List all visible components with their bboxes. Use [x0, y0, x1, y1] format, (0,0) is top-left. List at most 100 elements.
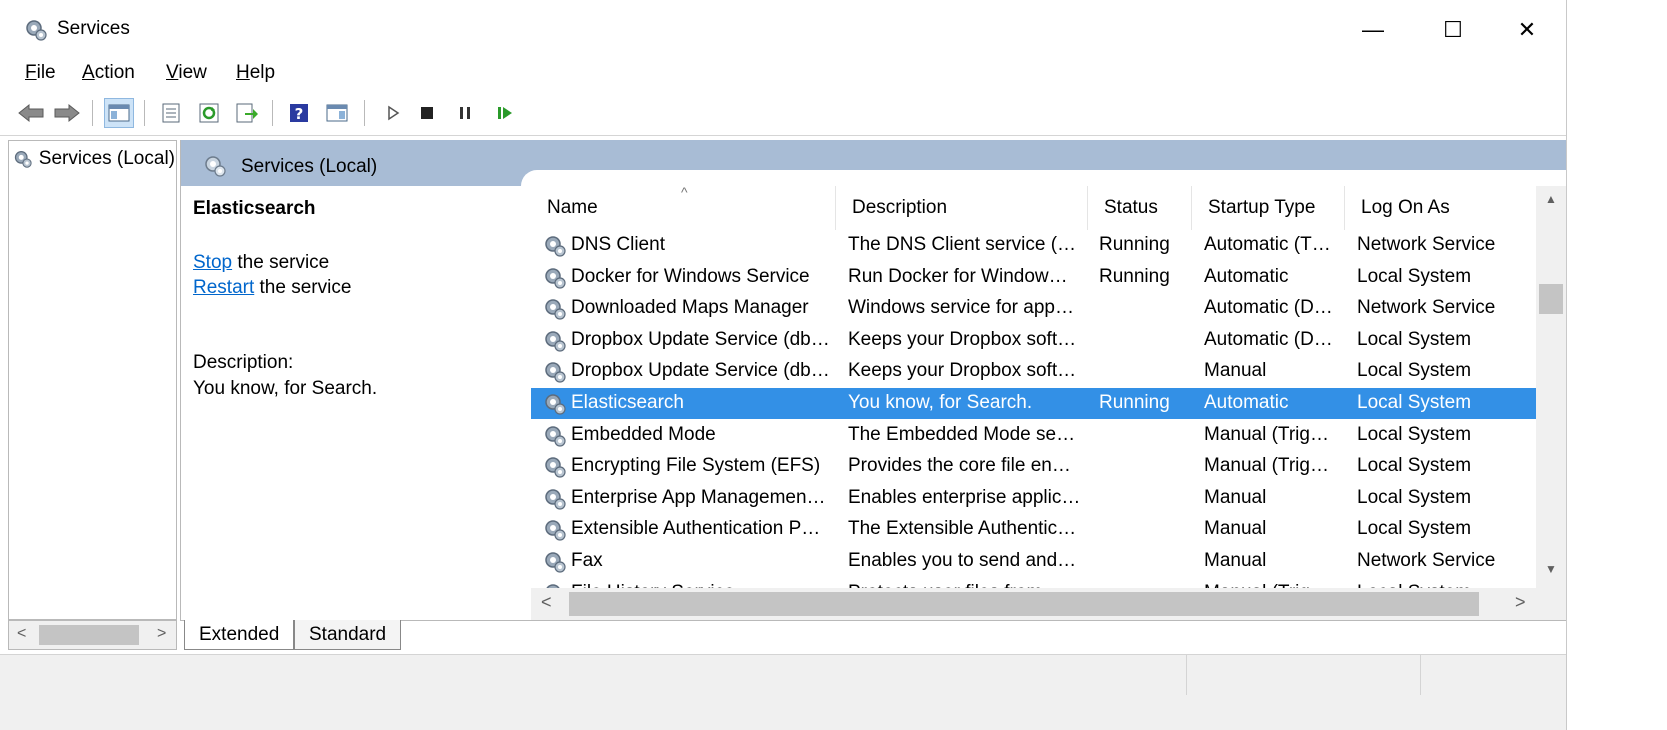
table-row[interactable]: DNS Client The DNS Client service (… Runni… — [531, 230, 1536, 261]
cell-description: Windows service for app… — [848, 297, 1074, 319]
export-list-icon — [236, 103, 258, 123]
tree-scroll-thumb[interactable] — [39, 625, 139, 645]
cell-logon: Local System — [1357, 328, 1472, 350]
cell-description: The Extensible Authentic… — [848, 518, 1077, 540]
title-bar[interactable]: Services — ☐ ✕ — [0, 0, 1566, 58]
cell-logon: Local System — [1357, 518, 1472, 540]
column-header-startup-type[interactable]: Startup Type — [1192, 186, 1345, 230]
scroll-right-icon[interactable]: > — [157, 625, 166, 643]
table-row[interactable]: Elasticsearch You know, for Search. Runnin… — [531, 388, 1536, 419]
list-horizontal-scrollbar[interactable]: < > — [531, 588, 1566, 620]
table-row[interactable]: Embedded Mode The Embedded Mode se… Manual… — [531, 420, 1536, 451]
column-header-description[interactable]: Description — [836, 186, 1088, 230]
menu-help[interactable]: Help — [236, 62, 275, 84]
sort-ascending-icon: ^ — [681, 186, 688, 200]
description-label: Description: — [193, 352, 294, 373]
cell-name: Embedded Mode — [571, 423, 716, 445]
extended-detail-panel: Elasticsearch Stop the service Restart t… — [181, 186, 531, 620]
cell-name: Docker for Windows Service — [571, 265, 810, 287]
toolbar-separator — [272, 100, 273, 126]
cell-name: Dropbox Update Service (db… — [571, 328, 830, 350]
cell-name: Enterprise App Managemen… — [571, 486, 826, 508]
cell-description: Enables you to send and… — [848, 550, 1077, 571]
table-row[interactable]: Encrypting File System (EFS) Provides the… — [531, 451, 1536, 482]
pane-header: Services (Local) — [181, 140, 1566, 186]
maximize-icon: ☐ — [1443, 17, 1463, 42]
table-row[interactable]: Downloaded Maps Manager Windows service f… — [531, 293, 1536, 324]
toolbar-separator — [144, 100, 145, 126]
stop-service-link[interactable]: Stop — [193, 252, 232, 273]
menu-view[interactable]: View — [166, 62, 207, 84]
help-button[interactable]: ? — [284, 98, 314, 128]
cell-startup: Manual — [1204, 360, 1267, 382]
tree-horizontal-scrollbar[interactable]: < > — [8, 620, 177, 650]
cell-name: Fax — [571, 550, 603, 571]
status-divider — [1420, 655, 1421, 695]
maximize-button[interactable]: ☐ — [1418, 8, 1488, 52]
list-vertical-scroll-thumb[interactable] — [1539, 284, 1563, 314]
back-button[interactable] — [16, 98, 46, 128]
restart-service-link[interactable]: Restart — [193, 277, 254, 298]
start-service-button[interactable] — [378, 98, 408, 128]
refresh-button[interactable] — [194, 98, 224, 128]
cell-description: Provides the core file en… — [848, 455, 1071, 477]
forward-button[interactable] — [52, 98, 82, 128]
tab-standard[interactable]: Standard — [294, 620, 402, 650]
table-row[interactable]: Extensible Authentication P… The Extensib… — [531, 514, 1536, 545]
scroll-up-icon[interactable]: ▲ — [1545, 192, 1557, 206]
status-divider — [1186, 655, 1187, 695]
column-header-log-on-as[interactable]: Log On As — [1345, 186, 1536, 230]
show-hide-action-pane-button[interactable] — [322, 98, 352, 128]
properties-button[interactable] — [156, 98, 186, 128]
refresh-icon — [199, 103, 219, 123]
services-gear-icon — [205, 156, 226, 177]
stop-service-button[interactable] — [412, 98, 442, 128]
cell-description: Run Docker for Window… — [848, 265, 1068, 287]
scroll-left-icon[interactable]: < — [541, 592, 552, 613]
scroll-down-icon[interactable]: ▼ — [1545, 562, 1557, 576]
pane-header-notch — [521, 170, 1566, 186]
scroll-right-icon[interactable]: > — [1515, 592, 1526, 613]
column-header-status[interactable]: Status — [1088, 186, 1192, 230]
status-bar — [0, 654, 1566, 730]
desktop-background — [1567, 0, 1667, 730]
cell-name: Extensible Authentication P… — [571, 518, 821, 540]
cell-startup: Automatic (D… — [1204, 328, 1333, 350]
show-hide-console-tree-button[interactable] — [104, 98, 134, 128]
minimize-button[interactable]: — — [1338, 8, 1408, 52]
pause-service-button[interactable] — [450, 98, 480, 128]
cell-startup: Manual (Trig… — [1204, 423, 1329, 445]
service-gear-icon — [545, 394, 566, 415]
column-header-name[interactable]: Name ^ — [531, 186, 836, 230]
pause-service-icon — [460, 107, 470, 119]
table-row[interactable]: Dropbox Update Service (db… Keeps your Dr… — [531, 325, 1536, 356]
cell-description: The DNS Client service (… — [848, 234, 1077, 255]
list-horizontal-scroll-thumb[interactable] — [569, 592, 1479, 616]
list-vertical-scrollbar[interactable]: ▲ ▼ — [1536, 186, 1566, 588]
console-tree: Services (Local) — [8, 140, 177, 620]
cell-name: Downloaded Maps Manager — [571, 297, 809, 319]
show-hide-action-pane-icon — [326, 104, 348, 122]
scroll-left-icon[interactable]: < — [17, 625, 26, 643]
table-row[interactable]: Fax Enables you to send and… Manual Network… — [531, 546, 1536, 577]
table-row[interactable]: Docker for Windows Service Run Docker for… — [531, 262, 1536, 293]
service-gear-icon — [545, 362, 566, 383]
tree-item-services-local[interactable]: Services (Local) — [13, 145, 175, 173]
services-list: Name ^ Description Status Startup Type L… — [531, 186, 1566, 620]
selected-service-name: Elasticsearch — [193, 198, 316, 219]
help-icon: ? — [290, 104, 308, 123]
close-button[interactable]: ✕ — [1492, 8, 1562, 52]
cell-logon: Local System — [1357, 265, 1472, 287]
menu-action[interactable]: Action — [82, 62, 135, 84]
tab-extended[interactable]: Extended — [184, 620, 295, 650]
cell-description: Keeps your Dropbox soft… — [848, 328, 1077, 350]
export-list-button[interactable] — [232, 98, 262, 128]
resume-service-button[interactable] — [490, 98, 520, 128]
table-row[interactable]: Enterprise App Managemen… Enables enterpr… — [531, 483, 1536, 514]
cell-name: Dropbox Update Service (db… — [571, 360, 830, 382]
service-gear-icon — [545, 236, 566, 257]
table-row[interactable]: Dropbox Update Service (db… Keeps your Dr… — [531, 356, 1536, 387]
menu-file[interactable]: File — [25, 62, 56, 84]
start-service-icon — [388, 105, 400, 121]
services-gear-icon — [14, 150, 32, 168]
